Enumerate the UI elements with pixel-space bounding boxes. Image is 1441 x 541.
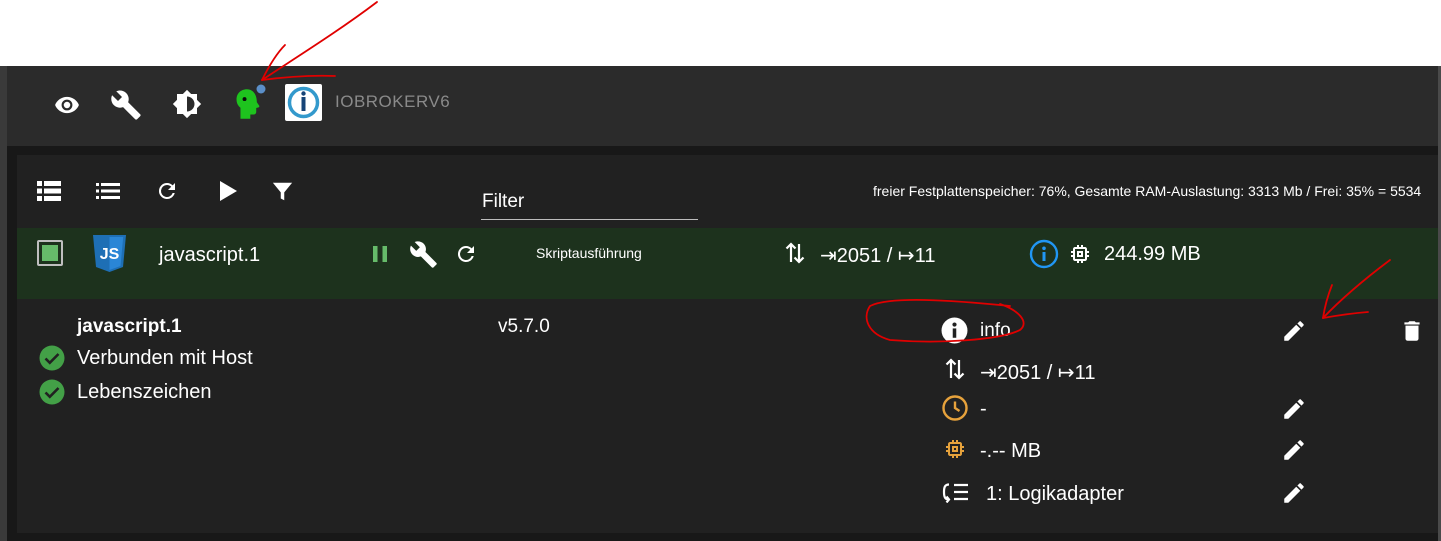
- schedule-value: -: [980, 398, 987, 420]
- adapter-memory: 244.99 MB: [1104, 243, 1201, 265]
- info-icon: [941, 317, 968, 344]
- check-circle-icon: [39, 379, 65, 405]
- left-edge: [0, 66, 7, 541]
- compact-list-icon[interactable]: [96, 182, 120, 200]
- filter-icon[interactable]: [272, 181, 293, 202]
- adapter-checkbox[interactable]: [37, 240, 63, 266]
- status-connected: Verbunden mit Host: [77, 347, 253, 369]
- javascript-adapter-icon: JS: [91, 233, 128, 273]
- status-alive: Lebenszeichen: [77, 381, 212, 403]
- memory-chip-icon: [1068, 242, 1092, 266]
- events-icon: [945, 357, 965, 381]
- events-icon: [785, 241, 805, 265]
- checkbox-fill: [42, 245, 58, 261]
- list-view-icon[interactable]: [37, 180, 61, 202]
- play-icon[interactable]: [219, 181, 237, 201]
- tier-icon: [942, 481, 970, 503]
- tier-value: 1: Logikadapter: [986, 483, 1124, 505]
- edit-tier-icon[interactable]: [1281, 480, 1307, 506]
- check-circle-icon: [39, 345, 65, 371]
- filter-input-label[interactable]: Filter: [482, 191, 524, 213]
- brightness-icon[interactable]: [172, 89, 202, 119]
- adapter-settings-wrench-icon[interactable]: [409, 240, 438, 269]
- clock-icon: [941, 394, 969, 422]
- svg-text:JS: JS: [100, 246, 120, 263]
- adapter-events: ⇥2051 / ↦11: [820, 245, 936, 267]
- edit-log-level-icon[interactable]: [1281, 318, 1307, 344]
- eye-icon[interactable]: [52, 92, 82, 118]
- delete-icon[interactable]: [1399, 318, 1425, 344]
- edit-schedule-icon[interactable]: [1281, 396, 1307, 422]
- edit-ram-limit-icon[interactable]: [1281, 437, 1307, 463]
- log-level-value: info: [980, 320, 1011, 341]
- iobroker-logo: [285, 84, 322, 121]
- detail-events: ⇥2051 / ↦11: [980, 362, 1096, 384]
- ram-limit-value: -.-- MB: [980, 440, 1042, 462]
- adapter-panel: [17, 155, 1441, 533]
- filter-input[interactable]: [481, 219, 698, 220]
- adapter-mode: Skriptausführung: [536, 245, 642, 261]
- detail-title: javascript.1: [77, 316, 182, 337]
- system-status: freier Festplattenspeicher: 76%, Gesamte…: [873, 183, 1422, 199]
- pause-icon[interactable]: [372, 245, 388, 263]
- adapter-name: javascript.1: [159, 244, 261, 266]
- wrench-icon[interactable]: [110, 89, 142, 121]
- expert-indicator-dot: [256, 84, 266, 94]
- info-circle-icon[interactable]: [1029, 239, 1059, 269]
- top-toolbar: [7, 66, 1441, 146]
- reload-icon[interactable]: [155, 179, 179, 203]
- brand-name: IOBROKERV6: [335, 92, 451, 111]
- memory-limit-icon: [943, 437, 967, 461]
- restart-icon[interactable]: [454, 242, 478, 266]
- adapter-version: v5.7.0: [498, 316, 550, 337]
